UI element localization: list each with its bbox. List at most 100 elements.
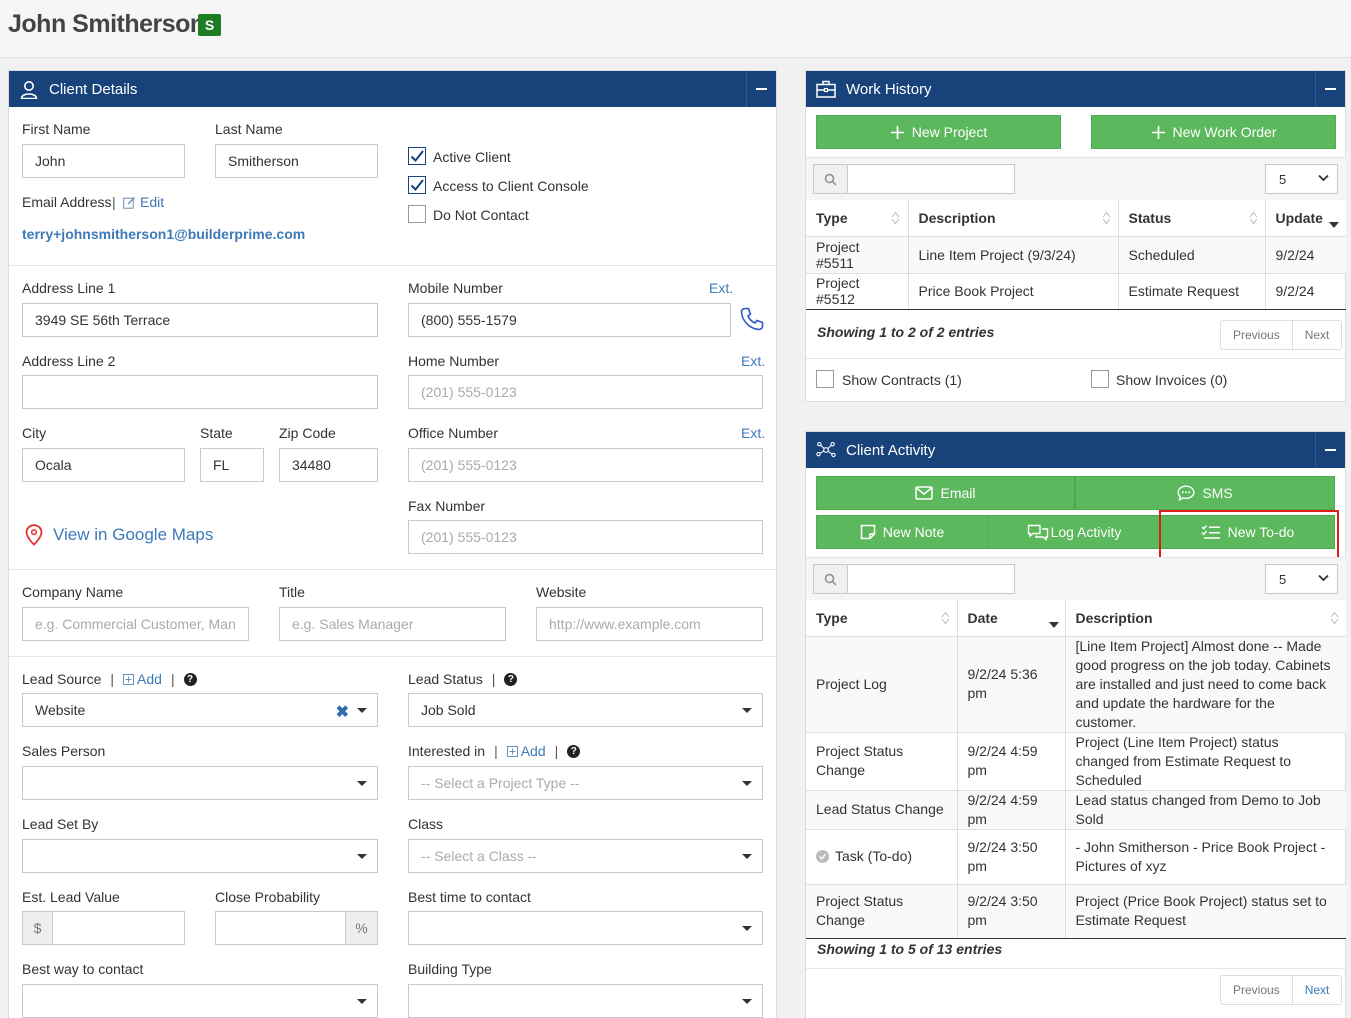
class-select[interactable]: -- Select a Class -- — [408, 839, 763, 873]
email-button[interactable]: Email — [816, 476, 1075, 510]
table-cell: 9/2/24 4:59 pm — [957, 790, 1066, 830]
sort-icon[interactable] — [891, 211, 900, 228]
project-type-select[interactable]: -- Select a Project Type -- — [408, 766, 763, 800]
last-name-input[interactable]: Smitherson — [215, 144, 378, 178]
new-note-button[interactable]: New Note — [816, 515, 988, 549]
building-type-select[interactable] — [408, 984, 763, 1018]
work-history-search[interactable] — [813, 164, 1015, 194]
lead-status-select[interactable]: Job Sold — [408, 693, 763, 727]
edit-email-link[interactable]: Edit — [123, 194, 164, 210]
client-console-checkbox[interactable] — [408, 176, 426, 194]
home-ext-link[interactable]: Ext. — [741, 353, 765, 369]
title-label: Title — [279, 584, 305, 600]
table-cell: - John Smitherson - Price Book Project -… — [1065, 829, 1346, 885]
collapse-button[interactable] — [1315, 71, 1345, 107]
next-button[interactable]: Next — [1291, 976, 1342, 1004]
help-icon[interactable]: ? — [504, 672, 518, 686]
lead-set-by-select[interactable] — [22, 839, 378, 873]
sort-desc-icon[interactable] — [1329, 215, 1339, 231]
sort-icon[interactable] — [1249, 211, 1258, 228]
best-time-select[interactable] — [408, 911, 763, 945]
page-size-select[interactable]: 5 — [1265, 164, 1338, 194]
office-ext-link[interactable]: Ext. — [741, 425, 765, 441]
website-input[interactable]: http://www.example.com — [536, 607, 763, 641]
address1-label: Address Line 1 — [22, 280, 116, 296]
sort-icon[interactable] — [941, 611, 950, 628]
lead-status-label: Lead Status — [408, 671, 483, 687]
sales-person-select[interactable] — [22, 766, 378, 800]
sort-icon[interactable] — [1102, 211, 1111, 228]
previous-button[interactable]: Previous — [1221, 321, 1292, 349]
new-project-button[interactable]: New Project — [816, 115, 1061, 149]
caret-down-icon — [742, 926, 752, 931]
table-row[interactable]: Task (To-do) 9/2/24 3:50 pm - John Smith… — [806, 829, 1346, 885]
address1-input[interactable]: 3949 SE 56th Terrace — [22, 303, 378, 337]
fax-number-input[interactable]: (201) 555-0123 — [408, 520, 763, 554]
table-row[interactable]: Project Status Change 9/2/24 4:59 pm Pro… — [806, 732, 1346, 791]
activity-info: Showing 1 to 5 of 13 entries — [817, 941, 1003, 957]
table-row[interactable]: Project Log 9/2/24 5:36 pm [Line Item Pr… — [806, 636, 1346, 733]
do-not-contact-checkbox[interactable] — [408, 205, 426, 223]
table-row[interactable]: Lead Status Change 9/2/24 4:59 pm Lead s… — [806, 790, 1346, 830]
separator: | — [554, 743, 559, 759]
help-icon[interactable]: ? — [183, 672, 197, 686]
show-contracts-checkbox[interactable] — [816, 370, 834, 388]
plus-icon — [1151, 125, 1166, 140]
plus-square-icon — [123, 673, 135, 685]
class-label: Class — [408, 816, 444, 832]
column-header[interactable]: Type — [806, 600, 958, 637]
office-number-input[interactable]: (201) 555-0123 — [408, 448, 763, 482]
company-input[interactable]: e.g. Commercial Customer, Man — [22, 607, 249, 641]
city-input[interactable]: Ocala — [22, 448, 185, 482]
table-cell: 9/2/24 5:36 pm — [957, 636, 1066, 733]
lead-source-select[interactable]: Website ✖ — [22, 693, 378, 727]
chat-icon — [1177, 485, 1195, 501]
google-maps-link[interactable]: View in Google Maps — [25, 524, 213, 546]
table-row[interactable]: Project Status Change 9/2/24 3:50 pm Pro… — [806, 884, 1346, 939]
table-cell: 9/2/24 4:59 pm — [957, 732, 1066, 791]
sms-button[interactable]: SMS — [1075, 476, 1335, 510]
table-cell: Task (To-do) — [806, 829, 958, 885]
table-cell: Project Log — [806, 636, 958, 733]
first-name-input[interactable]: John — [22, 144, 185, 178]
collapse-button[interactable] — [746, 71, 776, 107]
help-icon[interactable]: ? — [567, 744, 581, 758]
zip-input[interactable]: 34480 — [279, 448, 378, 482]
active-client-checkbox[interactable] — [408, 147, 426, 165]
address2-input[interactable] — [22, 375, 378, 409]
title-input[interactable]: e.g. Sales Manager — [279, 607, 506, 641]
work-history-pager: Previous Next — [1220, 320, 1343, 350]
phone-icon[interactable] — [739, 306, 765, 335]
lead-value-input[interactable]: $ — [22, 911, 185, 945]
column-header[interactable]: Status — [1118, 200, 1266, 237]
log-activity-button[interactable]: Log Activity — [987, 515, 1161, 549]
table-row[interactable]: Project #5511 Line Item Project (9/3/24)… — [806, 236, 1346, 274]
table-row[interactable]: Project #5512 Price Book Project Estimat… — [806, 273, 1346, 310]
check-circle-icon — [816, 850, 829, 863]
mobile-ext-link[interactable]: Ext. — [709, 280, 733, 296]
collapse-button[interactable] — [1315, 432, 1345, 468]
add-lead-source-link[interactable]: Add — [123, 671, 162, 687]
chevron-down-icon — [1318, 174, 1329, 182]
column-header[interactable]: Description — [1065, 600, 1346, 637]
sort-desc-icon[interactable] — [1049, 615, 1059, 631]
clear-icon[interactable]: ✖ — [336, 702, 349, 722]
activity-search[interactable] — [813, 564, 1015, 594]
close-probability-input[interactable]: % — [215, 911, 378, 945]
page-size-select[interactable]: 5 — [1265, 564, 1338, 594]
best-way-select[interactable] — [22, 984, 378, 1018]
client-activity-header: Client Activity — [806, 432, 1345, 468]
column-header[interactable]: Description — [908, 200, 1119, 237]
mobile-input[interactable]: (800) 555-1579 — [408, 303, 731, 337]
caret-down-icon — [357, 999, 367, 1004]
new-work-order-button[interactable]: New Work Order — [1091, 115, 1336, 149]
previous-button[interactable]: Previous — [1221, 976, 1292, 1004]
sort-icon[interactable] — [1330, 611, 1339, 628]
next-button[interactable]: Next — [1291, 321, 1342, 349]
email-link[interactable]: terry+johnsmitherson1@builderprime.com — [22, 226, 305, 242]
table-cell: 9/2/24 — [1265, 273, 1346, 310]
home-number-input[interactable]: (201) 555-0123 — [408, 375, 763, 409]
add-interest-link[interactable]: Add — [506, 743, 546, 759]
show-invoices-checkbox[interactable] — [1091, 370, 1109, 388]
state-input[interactable]: FL — [200, 448, 264, 482]
